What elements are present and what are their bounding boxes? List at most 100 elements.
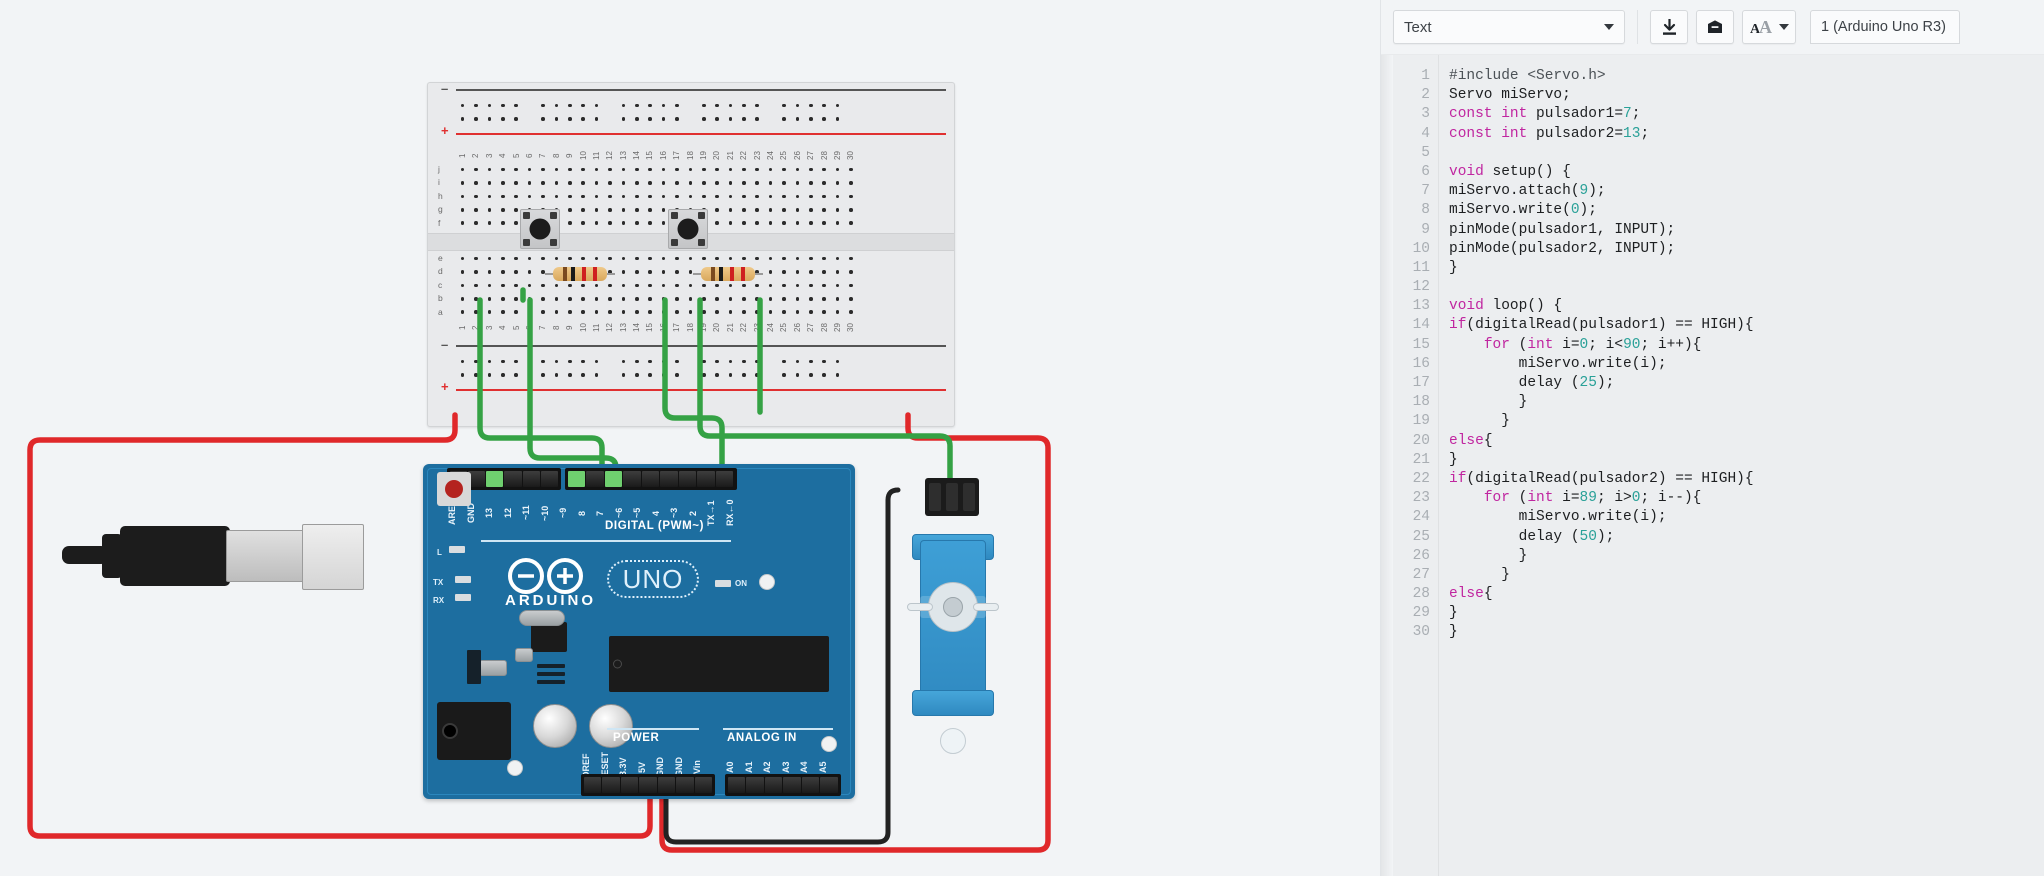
breadboard-hole[interactable] (777, 292, 790, 305)
breadboard-hole[interactable] (697, 112, 710, 125)
breadboard-hole[interactable] (469, 265, 482, 278)
breadboard-hole[interactable] (523, 163, 536, 176)
breadboard-hole[interactable] (643, 99, 656, 112)
pin-gnd-1[interactable] (657, 777, 675, 793)
breadboard-hole[interactable] (684, 292, 697, 305)
breadboard-hole[interactable] (456, 176, 469, 189)
breadboard-hole[interactable] (617, 306, 630, 319)
breadboard-hole[interactable] (523, 190, 536, 203)
breadboard-hole[interactable] (523, 176, 536, 189)
breadboard-hole[interactable] (550, 163, 563, 176)
breadboard-hole[interactable] (724, 292, 737, 305)
digital-header-right[interactable] (565, 468, 737, 490)
breadboard-hole[interactable] (496, 368, 509, 381)
libraries-button[interactable] (1696, 10, 1734, 44)
breadboard-hole[interactable] (496, 190, 509, 203)
breadboard-hole[interactable] (777, 112, 790, 125)
breadboard-hole[interactable] (577, 355, 590, 368)
breadboard-hole[interactable] (496, 306, 509, 319)
breadboard-hole[interactable] (469, 355, 482, 368)
breadboard-hole[interactable] (684, 163, 697, 176)
breadboard-hole[interactable] (456, 112, 469, 125)
breadboard-hole[interactable] (684, 306, 697, 319)
breadboard-hole[interactable] (831, 355, 844, 368)
usb-cable[interactable] (62, 510, 364, 600)
breadboard-hole[interactable] (791, 112, 804, 125)
breadboard-hole[interactable] (844, 265, 857, 278)
breadboard-hole[interactable] (617, 217, 630, 230)
breadboard-hole[interactable] (764, 279, 777, 292)
breadboard-hole[interactable] (630, 252, 643, 265)
breadboard-hole[interactable] (724, 355, 737, 368)
breadboard-hole[interactable] (469, 190, 482, 203)
breadboard-hole[interactable] (791, 279, 804, 292)
breadboard-hole[interactable] (563, 203, 576, 216)
breadboard-hole[interactable] (670, 279, 683, 292)
breadboard-hole[interactable] (483, 368, 496, 381)
breadboard-hole[interactable] (550, 176, 563, 189)
pin-3v3[interactable] (620, 777, 638, 793)
breadboard-hole[interactable] (563, 217, 576, 230)
breadboard-hole[interactable] (456, 99, 469, 112)
breadboard-hole[interactable] (818, 279, 831, 292)
breadboard-hole[interactable] (643, 190, 656, 203)
breadboard-hole[interactable] (550, 190, 563, 203)
breadboard-hole[interactable] (724, 203, 737, 216)
breadboard-hole[interactable] (697, 99, 710, 112)
breadboard-hole[interactable] (577, 368, 590, 381)
breadboard-hole[interactable] (777, 217, 790, 230)
breadboard-hole[interactable] (643, 112, 656, 125)
breadboard-hole[interactable] (818, 306, 831, 319)
breadboard-hole[interactable] (536, 306, 549, 319)
breadboard-hole[interactable] (617, 112, 630, 125)
breadboard-hole[interactable] (657, 176, 670, 189)
breadboard-hole[interactable] (536, 190, 549, 203)
breadboard-hole[interactable] (791, 368, 804, 381)
breadboard-hole[interactable] (469, 203, 482, 216)
pin-6[interactable] (623, 471, 641, 487)
breadboard-hole[interactable] (751, 203, 764, 216)
breadboard-hole[interactable] (577, 112, 590, 125)
breadboard-hole[interactable] (777, 176, 790, 189)
breadboard-hole[interactable] (550, 99, 563, 112)
breadboard-hole[interactable] (804, 176, 817, 189)
breadboard-hole[interactable] (456, 190, 469, 203)
breadboard-hole[interactable] (483, 265, 496, 278)
breadboard-hole[interactable] (710, 306, 723, 319)
breadboard-hole[interactable] (590, 112, 603, 125)
breadboard-hole[interactable] (764, 292, 777, 305)
breadboard-hole[interactable] (617, 203, 630, 216)
breadboard-hole[interactable] (523, 292, 536, 305)
pin-11[interactable] (522, 471, 541, 487)
breadboard-hole[interactable] (764, 252, 777, 265)
breadboard-hole[interactable] (831, 203, 844, 216)
breadboard-hole[interactable] (684, 176, 697, 189)
breadboard-hole[interactable] (483, 355, 496, 368)
pushbutton-1[interactable] (520, 209, 560, 249)
breadboard-hole[interactable] (563, 252, 576, 265)
breadboard-hole[interactable] (496, 163, 509, 176)
power-barrel-jack[interactable] (437, 702, 511, 760)
breadboard-hole[interactable] (737, 163, 750, 176)
breadboard-hole[interactable] (550, 368, 563, 381)
breadboard-hole[interactable] (469, 176, 482, 189)
breadboard-hole[interactable] (804, 306, 817, 319)
breadboard-hole[interactable] (469, 306, 482, 319)
breadboard-hole[interactable] (831, 306, 844, 319)
breadboard-hole[interactable] (751, 252, 764, 265)
breadboard-hole[interactable] (710, 217, 723, 230)
breadboard-hole[interactable] (844, 190, 857, 203)
breadboard-hole[interactable] (818, 112, 831, 125)
breadboard-hole[interactable] (643, 203, 656, 216)
breadboard-hole[interactable] (751, 176, 764, 189)
breadboard-hole[interactable] (751, 190, 764, 203)
pin-8[interactable] (586, 471, 604, 487)
breadboard-hole[interactable] (804, 163, 817, 176)
breadboard[interactable]: – + 1 2 3 4 5 6 7 8 9 10 11 12 13 14 15 16 17 18 19 20 21 22 2… (427, 81, 955, 427)
breadboard-hole[interactable] (510, 163, 523, 176)
breadboard-hole[interactable] (657, 163, 670, 176)
breadboard-hole[interactable] (777, 306, 790, 319)
breadboard-hole[interactable] (483, 306, 496, 319)
breadboard-hole[interactable] (670, 355, 683, 368)
breadboard-hole[interactable] (831, 265, 844, 278)
